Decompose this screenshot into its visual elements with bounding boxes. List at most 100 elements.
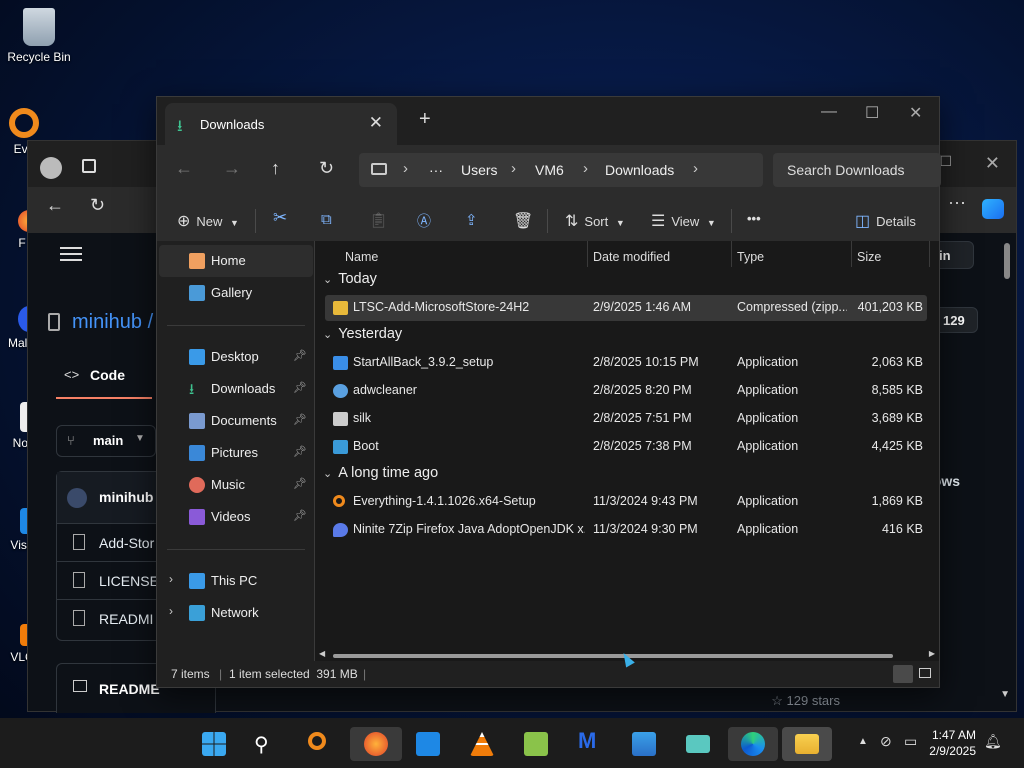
rename-icon[interactable]: Ⓐ — [417, 211, 431, 231]
back-button[interactable]: ← — [175, 158, 193, 179]
breadcrumb-users[interactable]: Users — [461, 162, 498, 178]
nav-item-documents[interactable]: Documents 📌︎ — [159, 405, 313, 437]
profile-avatar[interactable] — [40, 157, 62, 179]
column-header-size[interactable]: Size — [857, 250, 881, 264]
nav-item-pictures[interactable]: Pictures 📌︎ — [159, 437, 313, 469]
hamburger-menu-icon[interactable] — [60, 247, 82, 261]
column-divider — [731, 241, 732, 267]
group-header-yesterday[interactable]: ⌄ Yesterday — [323, 326, 402, 342]
nav-item-gallery[interactable]: Gallery — [159, 277, 313, 309]
file-row-3[interactable]: silk 2/8/2025 7:51 PM Application 3,689 … — [325, 406, 927, 432]
address-row: ← → ↑ ↻ › ··· Users › VM6 › Downloads › … — [157, 145, 941, 193]
chevron-right-icon[interactable]: › — [169, 572, 173, 586]
branch-select[interactable]: ⑂ main ▼ — [56, 425, 156, 457]
address-bar[interactable]: › ··· Users › VM6 › Downloads › — [359, 153, 763, 187]
refresh-button[interactable]: ↻ — [319, 158, 334, 179]
scrollbar-thumb[interactable] — [333, 654, 893, 658]
scroll-left-icon[interactable]: ◀ — [319, 649, 325, 658]
signin-button[interactable]: in — [934, 241, 974, 269]
file-row-6[interactable]: Ninite 7Zip Firefox Java AdoptOpenJDK x.… — [325, 517, 927, 543]
browser-scrollbar[interactable] — [1004, 243, 1010, 279]
tab-close-icon[interactable]: ✕ — [369, 113, 383, 133]
sort-button[interactable]: ⇅ Sort ▼ — [565, 211, 625, 231]
taskbar-everything[interactable] — [302, 727, 338, 761]
browser-maximize-icon[interactable]: ☐ — [939, 153, 952, 170]
nav-item-downloads[interactable]: ⭳ Downloads 📌︎ — [159, 373, 313, 405]
browser-back-icon[interactable]: ← — [46, 195, 64, 216]
maximize-button[interactable]: ☐ — [865, 103, 879, 123]
nav-item-videos[interactable]: Videos 📌︎ — [159, 501, 313, 533]
network-tray-icon[interactable]: ⊘ — [880, 733, 892, 750]
taskbar-notepadpp[interactable] — [518, 727, 554, 761]
status-bar: 7 items | 1 item selected 391 MB | — [157, 661, 939, 687]
group-header-long-time-ago[interactable]: ⌄ A long time ago — [323, 465, 438, 481]
taskbar-photos[interactable] — [626, 727, 662, 761]
breadcrumb-vm6[interactable]: VM6 — [535, 162, 564, 178]
chevron-right-icon[interactable]: › — [169, 604, 173, 618]
file-row-1[interactable]: StartAllBack_3.9.2_setup 2/8/2025 10:15 … — [325, 350, 927, 376]
taskbar-malwarebytes[interactable]: M — [572, 727, 608, 761]
taskbar-firefox[interactable] — [350, 727, 402, 761]
file-explorer-window[interactable]: ⭳ Downloads ✕ + — ☐ ✕ ← → ↑ ↻ › ··· User… — [156, 96, 941, 688]
taskbar-file-explorer[interactable] — [782, 727, 832, 761]
tab-downloads[interactable]: ⭳ Downloads ✕ — [165, 103, 397, 145]
breadcrumb-overflow-icon[interactable]: ··· — [429, 162, 443, 178]
column-header-name[interactable]: Name — [345, 250, 378, 264]
column-header-date[interactable]: Date modified — [593, 250, 670, 264]
close-button[interactable]: ✕ — [909, 103, 922, 123]
nav-item-this-pc[interactable]: › This PC — [159, 565, 313, 597]
desktop-icon-recycle-bin[interactable]: Recycle Bin — [4, 8, 74, 64]
delete-icon[interactable]: 🗑︎ — [513, 211, 533, 231]
cut-icon[interactable]: ✂ — [273, 208, 287, 228]
file-row-2[interactable]: adwcleaner 2/8/2025 8:20 PM Application … — [325, 378, 927, 404]
taskbar-vlc[interactable] — [464, 727, 500, 761]
notification-bell-icon[interactable]: 🔔︎ — [984, 733, 1002, 750]
up-button[interactable]: ↑ — [271, 158, 280, 179]
tiles-view-icon[interactable] — [919, 668, 931, 678]
browser-refresh-icon[interactable]: ↻ — [90, 195, 105, 216]
repo-title[interactable]: minihub / — [72, 311, 153, 334]
clock[interactable]: 1:47 AM 2/9/2025 — [929, 727, 976, 759]
browser-scroll-down-icon[interactable]: ▼ — [1000, 689, 1010, 700]
forward-button[interactable]: → — [223, 158, 241, 179]
taskbar-edge[interactable] — [728, 727, 778, 761]
edge-icon — [741, 732, 765, 756]
search-box[interactable]: Search Downloads — [773, 153, 941, 187]
search-button[interactable]: ⚲ — [248, 727, 284, 761]
stars-count[interactable]: ☆ 129 stars — [771, 693, 840, 709]
view-button[interactable]: ☰ View ▼ — [651, 211, 716, 231]
breadcrumb-downloads[interactable]: Downloads — [605, 162, 674, 178]
details-pane-button[interactable]: ◫ Details — [855, 211, 916, 231]
display-tray-icon[interactable]: ▭ — [904, 733, 917, 750]
paste-icon[interactable]: 📋︎ — [369, 211, 388, 229]
file-row-4[interactable]: Boot 2/8/2025 7:38 PM Application 4,425 … — [325, 434, 927, 460]
new-tab-button[interactable]: + — [419, 108, 431, 131]
code-tab[interactable]: <> Code — [56, 359, 152, 399]
taskbar-vscode[interactable] — [410, 727, 446, 761]
file-row-5[interactable]: Everything-1.4.1.1026.x64-Setup 11/3/202… — [325, 489, 927, 515]
new-button[interactable]: ⊕ New ▼ — [177, 211, 239, 231]
nav-item-desktop[interactable]: Desktop 📌︎ — [159, 341, 313, 373]
nav-item-home[interactable]: Home — [159, 245, 313, 277]
star-count-badge[interactable]: 129 — [934, 307, 978, 333]
nav-item-network[interactable]: › Network — [159, 597, 313, 629]
chevron-down-icon: ▼ — [230, 218, 239, 228]
nav-item-music[interactable]: Music 📌︎ — [159, 469, 313, 501]
copilot-icon[interactable] — [982, 199, 1004, 219]
copy-icon[interactable]: ⧉ — [321, 211, 332, 228]
column-header-type[interactable]: Type — [737, 250, 764, 264]
minimize-button[interactable]: — — [821, 103, 837, 121]
file-row-0[interactable]: LTSC-Add-MicrosoftStore-24H2 2/9/2025 1:… — [325, 295, 927, 321]
browser-close-icon[interactable]: ✕ — [985, 153, 1000, 174]
start-button[interactable] — [196, 727, 232, 761]
group-header-today[interactable]: ⌄ Today — [323, 271, 377, 287]
scroll-right-icon[interactable]: ▶ — [929, 649, 935, 658]
taskbar-keyboard[interactable] — [680, 727, 716, 761]
tab-actions-icon[interactable] — [82, 159, 96, 173]
show-hidden-icons[interactable]: ▲ — [858, 736, 868, 747]
details-view-icon[interactable] — [893, 665, 913, 683]
see-more-button[interactable]: ••• — [747, 211, 761, 226]
browser-more-icon[interactable]: ⋯ — [948, 193, 966, 214]
share-icon[interactable]: ⇪ — [465, 211, 478, 229]
file-size: 2,063 KB — [871, 355, 923, 369]
